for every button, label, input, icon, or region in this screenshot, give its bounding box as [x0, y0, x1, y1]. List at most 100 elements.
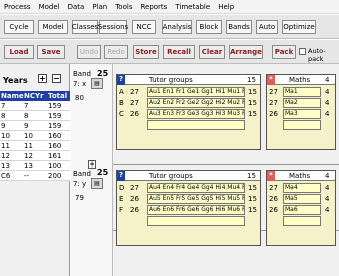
- subject-count: 4: [325, 206, 330, 214]
- arrange-button[interactable]: Arrange: [229, 45, 263, 59]
- year-total: 160: [48, 142, 62, 150]
- menu-timetable[interactable]: Timetable: [171, 3, 214, 11]
- empty-slot[interactable]: [147, 216, 245, 226]
- class-subjects[interactable]: Au3 En3 Fr3 Ge3 Gg3 Hi3 Mu3 Re3 Sc3: [147, 109, 245, 119]
- subject-count: 4: [325, 110, 330, 118]
- pack-button[interactable]: Pack: [272, 45, 296, 59]
- class-subjects[interactable]: Au1 En1 Fr1 Ge1 Gg1 Hi1 Mu1 Re1 Sc1: [147, 87, 245, 97]
- block-marker: ?: [117, 171, 125, 181]
- redo-button[interactable]: Redo: [104, 45, 128, 59]
- block-count: 4: [325, 76, 330, 84]
- menu-data[interactable]: Data: [64, 3, 89, 11]
- subject-class[interactable]: Ma6: [283, 205, 321, 215]
- menu-model[interactable]: Model: [35, 3, 64, 11]
- ncc-button[interactable]: NCC: [132, 20, 156, 34]
- clear-button[interactable]: Clear: [199, 45, 225, 59]
- subject-count: 4: [325, 88, 330, 96]
- subject-class[interactable]: Ma4: [283, 183, 321, 193]
- block-button[interactable]: Block: [196, 20, 222, 34]
- class-row[interactable]: B 27 Au2 En2 Fr2 Ge2 Gg2 Hi2 Mu2 Re2 Sc215: [117, 98, 260, 109]
- year-total: 159: [48, 112, 62, 120]
- undo-button[interactable]: Undo: [77, 45, 101, 59]
- subject-class[interactable]: Ma2: [283, 98, 321, 108]
- autopack-checkbox[interactable]: [299, 48, 306, 55]
- subject-row[interactable]: 27 Ma1 4: [267, 87, 335, 98]
- model-button[interactable]: Model: [38, 20, 68, 34]
- classes-button[interactable]: Classes: [72, 20, 98, 34]
- class-size: 27: [130, 88, 139, 96]
- year-ncyr: 11: [24, 142, 33, 150]
- class-row[interactable]: F 26 Au6 En6 Fr6 Ge6 Gg6 Hi6 Mu6 Re6 Sc615: [117, 205, 260, 216]
- year-ncyr: 13: [24, 162, 33, 170]
- class-subjects[interactable]: Au5 En5 Fr5 Ge5 Gg5 Hi5 Mu5 Re5 Sc5: [147, 194, 245, 204]
- block-marker: ?: [117, 75, 125, 85]
- subject-class[interactable]: Ma3: [283, 109, 321, 119]
- band-layout-icon[interactable]: ▤: [91, 178, 103, 189]
- year-row[interactable]: 7 7 159: [0, 101, 70, 111]
- empty-slot[interactable]: [283, 216, 321, 226]
- class-size: 27: [269, 88, 278, 96]
- subject-row[interactable]: 27 Ma4 4: [267, 183, 335, 194]
- year-total: 159: [48, 102, 62, 110]
- load-button[interactable]: Load: [4, 45, 34, 59]
- menu-help[interactable]: Help: [214, 3, 238, 11]
- year-row[interactable]: 13 13 100: [0, 161, 70, 171]
- remove-year-button[interactable]: −: [52, 74, 61, 83]
- menu-tools[interactable]: Tools: [111, 3, 136, 11]
- maths-block[interactable]: * Maths 4 27 Ma4 4 26 Ma5 4 26 Ma6 4: [266, 170, 336, 246]
- year-total: 159: [48, 122, 62, 130]
- class-row[interactable]: D 27 Au4 En4 Fr4 Ge4 Gg4 Hi4 Mu4 Re4 Sc415: [117, 183, 260, 194]
- subject-row[interactable]: 27 Ma2 4: [267, 98, 335, 109]
- band-split-icon[interactable]: ╪: [88, 160, 96, 169]
- tutor-groups-block[interactable]: ? Tutor groups 15 D 27 Au4 En4 Fr4 Ge4 Gg4 Hi…: [116, 170, 261, 246]
- subject-row[interactable]: 26 Ma5 4: [267, 194, 335, 205]
- year-total: 161: [48, 152, 62, 160]
- auto-button[interactable]: Auto: [256, 20, 278, 34]
- class-count: 15: [248, 99, 257, 107]
- optimize-button[interactable]: Optimize: [282, 20, 316, 34]
- year-row[interactable]: 12 12 161: [0, 151, 70, 161]
- year-ncyr: 8: [24, 112, 29, 120]
- empty-slot[interactable]: [147, 120, 245, 130]
- years-panel: Years + − Name NCYr Total 7 7 159 8 8 159 9 9 15…: [0, 64, 70, 276]
- empty-slot[interactable]: [283, 120, 321, 130]
- add-year-button[interactable]: +: [38, 74, 47, 83]
- year-row[interactable]: C6 -- 200: [0, 171, 70, 181]
- analysis-button[interactable]: Analysis: [162, 20, 192, 34]
- bands-button[interactable]: Bands: [226, 20, 252, 34]
- subject-class[interactable]: Ma5: [283, 194, 321, 204]
- band-code: 7: y: [73, 180, 87, 188]
- menu-process[interactable]: Process: [0, 3, 35, 11]
- band-layout-icon[interactable]: ▤: [91, 78, 103, 89]
- block-header: ? Tutor groups 15: [117, 171, 260, 181]
- cycle-button[interactable]: Cycle: [4, 20, 34, 34]
- band-total: 80: [75, 94, 84, 102]
- year-name: 11: [1, 142, 10, 150]
- subject-row[interactable]: 26 Ma6 4: [267, 205, 335, 216]
- menu-plan[interactable]: Plan: [88, 3, 111, 11]
- recall-button[interactable]: Recall: [163, 45, 195, 59]
- class-subjects[interactable]: Au6 En6 Fr6 Ge6 Gg6 Hi6 Mu6 Re6 Sc6: [147, 205, 245, 215]
- year-row[interactable]: 10 10 160: [0, 131, 70, 141]
- year-row[interactable]: 11 11 160: [0, 141, 70, 151]
- save-button[interactable]: Save: [37, 45, 65, 59]
- year-name: 13: [1, 162, 10, 170]
- block-count: 15: [247, 76, 256, 84]
- class-subjects[interactable]: Au4 En4 Fr4 Ge4 Gg4 Hi4 Mu4 Re4 Sc4: [147, 183, 245, 193]
- subject-count: 4: [325, 99, 330, 107]
- menu-reports[interactable]: Reports: [136, 3, 171, 11]
- class-row[interactable]: A 27 Au1 En1 Fr1 Ge1 Gg1 Hi1 Mu1 Re1 Sc115: [117, 87, 260, 98]
- class-row[interactable]: C 26 Au3 En3 Fr3 Ge3 Gg3 Hi3 Mu3 Re3 Sc315: [117, 109, 260, 120]
- year-row[interactable]: 8 8 159: [0, 111, 70, 121]
- subject-class[interactable]: Ma1: [283, 87, 321, 97]
- store-button[interactable]: Store: [133, 45, 159, 59]
- maths-block[interactable]: * Maths 4 27 Ma1 4 27 Ma2 4 26 Ma3 4: [266, 74, 336, 150]
- tutor-groups-block[interactable]: ? Tutor groups 15 A 27 Au1 En1 Fr1 Ge1 Gg1 Hi…: [116, 74, 261, 150]
- class-subjects[interactable]: Au2 En2 Fr2 Ge2 Gg2 Hi2 Mu2 Re2 Sc2: [147, 98, 245, 108]
- year-name: 12: [1, 152, 10, 160]
- class-row[interactable]: E 26 Au5 En5 Fr5 Ge5 Gg5 Hi5 Mu5 Re5 Sc515: [117, 194, 260, 205]
- sessions-button[interactable]: Sessions: [98, 20, 128, 34]
- year-row[interactable]: 9 9 159: [0, 121, 70, 131]
- class-size: 26: [269, 195, 278, 203]
- subject-row[interactable]: 26 Ma3 4: [267, 109, 335, 120]
